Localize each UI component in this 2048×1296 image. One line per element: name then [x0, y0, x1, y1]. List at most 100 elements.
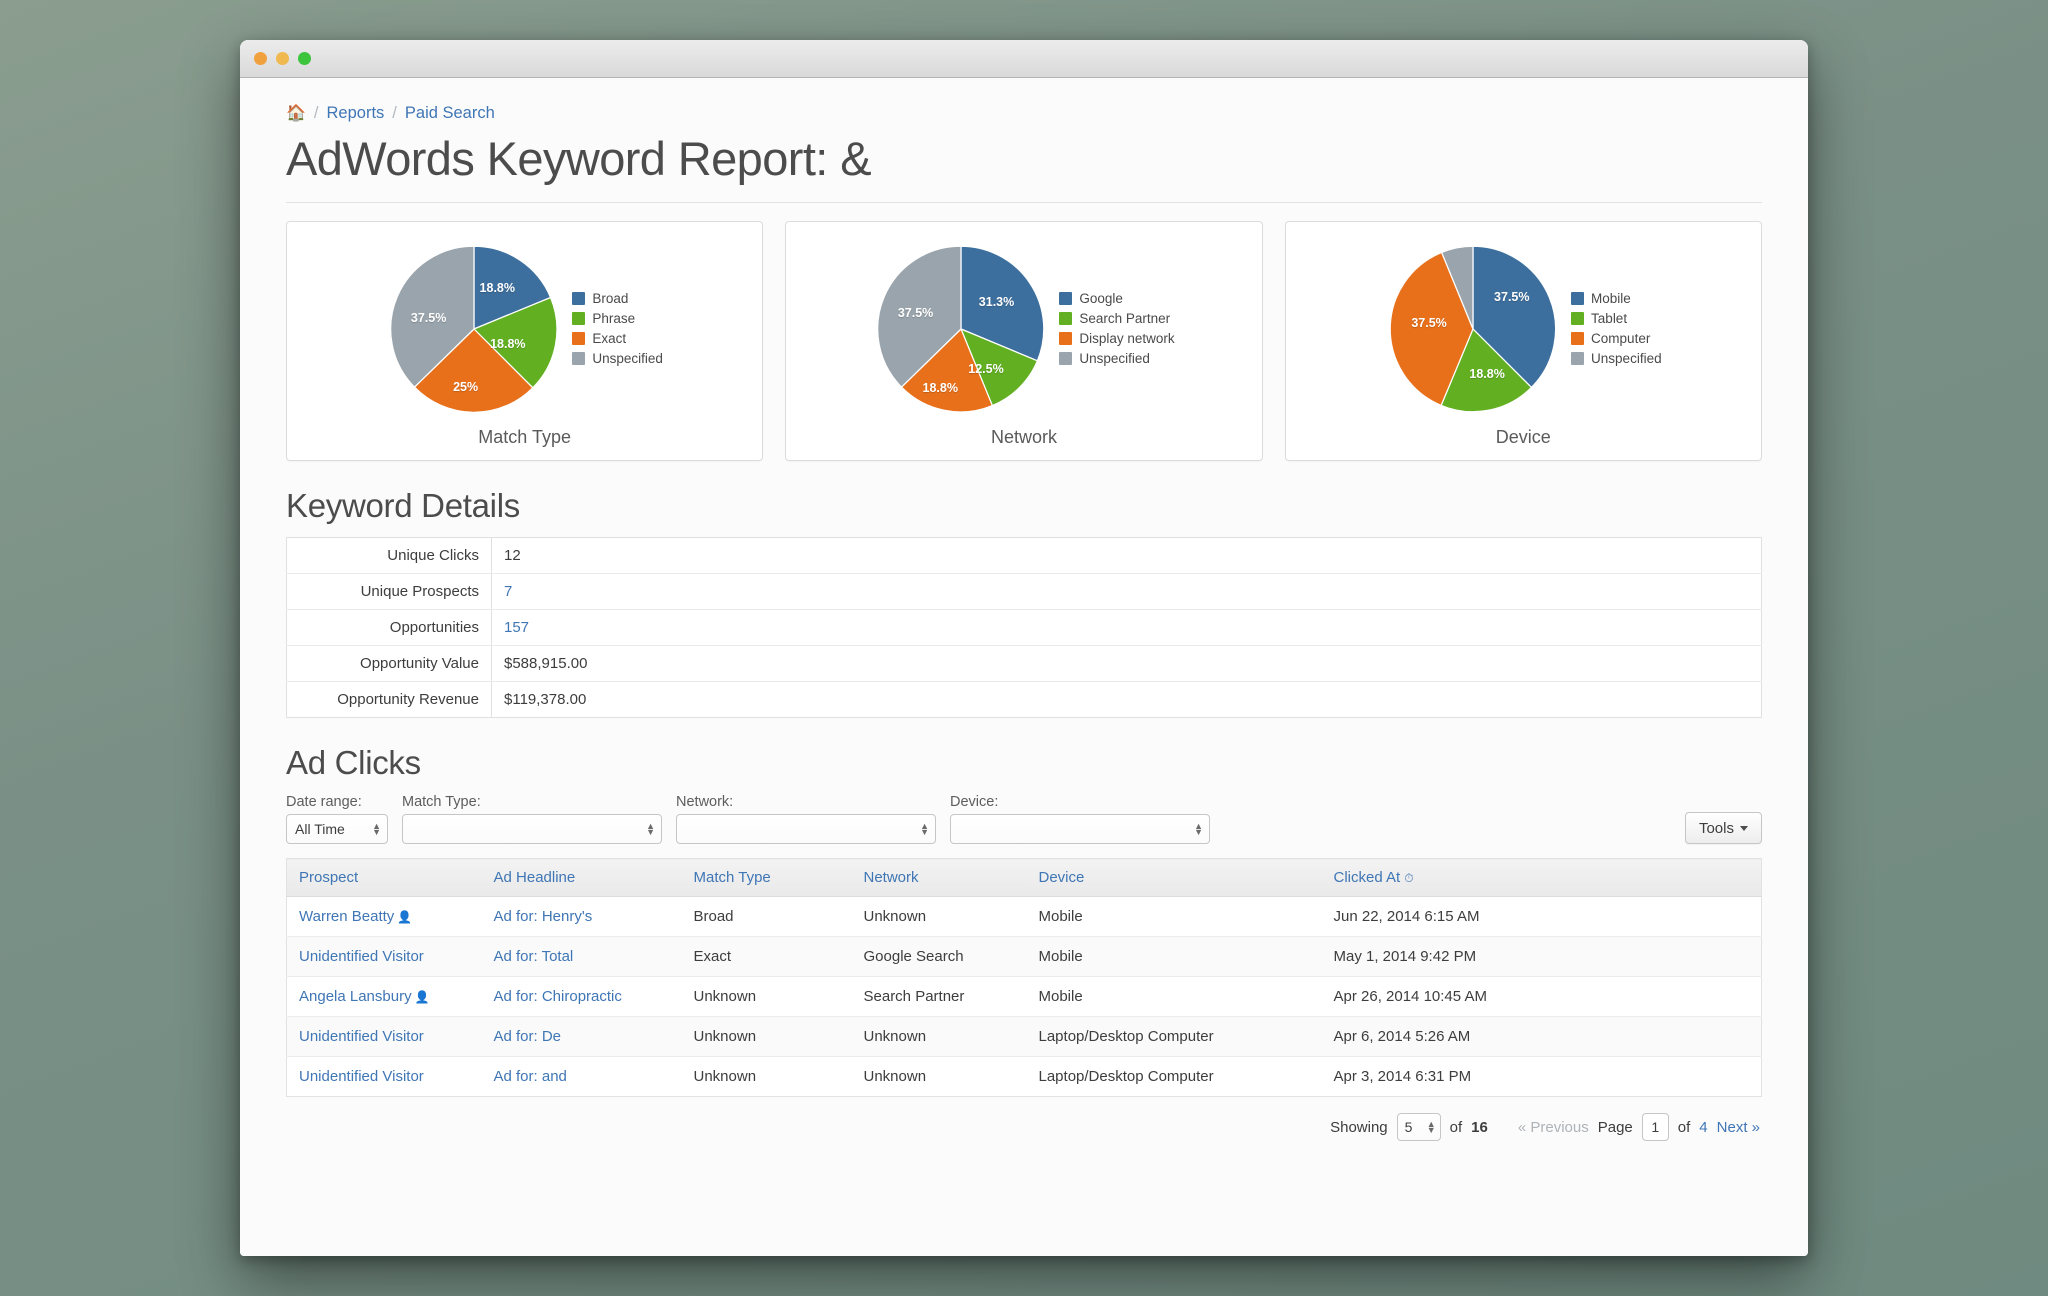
legend-swatch-icon [1059, 312, 1073, 325]
legend-item[interactable]: Unspecified [1571, 351, 1662, 366]
legend-item[interactable]: Computer [1571, 331, 1662, 346]
legend-item[interactable]: Broad [572, 291, 663, 306]
table-row: Opportunities 157 [286, 609, 1762, 646]
filter-label: Match Type: [402, 794, 481, 810]
legend-swatch-icon [572, 352, 586, 365]
cell-clicked-at: Apr 6, 2014 5:26 AM [1321, 1016, 1762, 1057]
cell-prospect: Angela Lansbury 👤 [286, 976, 482, 1017]
breadcrumb-item-reports[interactable]: Reports [327, 104, 385, 123]
legend-item[interactable]: Mobile [1571, 291, 1662, 306]
column-header-ad-headline[interactable]: Ad Headline [481, 858, 682, 897]
showing-label: Showing [1330, 1118, 1388, 1136]
table-row: Angela Lansbury 👤 Ad for: Chiropractic Un… [286, 976, 1762, 1017]
column-header-device[interactable]: Device [1026, 858, 1322, 897]
ad-headline-link[interactable]: Ad for: Total [494, 948, 574, 965]
cell-match-type: Exact [681, 936, 852, 977]
cell-clicked-at: Apr 3, 2014 6:31 PM [1333, 1068, 1472, 1085]
ad-headline-link[interactable]: Ad for: Henry's [494, 908, 593, 925]
legend-item[interactable]: Tablet [1571, 311, 1662, 326]
keyword-details-table: Unique Clicks 12 Unique Prospects 7 Oppo… [286, 537, 1762, 718]
next-page-button[interactable]: Next » [1717, 1119, 1760, 1136]
prospect-link[interactable]: Unidentified Visitor [299, 1028, 424, 1045]
legend-swatch-icon [1571, 352, 1585, 365]
filter-device: Device: ▲ ▼ [950, 794, 1210, 844]
column-header-clicked-at[interactable]: Clicked At ⏱ [1321, 858, 1762, 897]
column-header-network[interactable]: Network [851, 858, 1027, 897]
detail-label: Opportunity Revenue [286, 681, 492, 718]
legend-label: Tablet [1591, 311, 1628, 326]
filter-date-range: Date range: All Time ▲ ▼ [286, 794, 388, 844]
breadcrumb-item-paid-search[interactable]: Paid Search [405, 104, 495, 123]
legend-item[interactable]: Exact [572, 331, 663, 346]
filter-label: Network: [676, 794, 734, 810]
detail-value-link[interactable]: 157 [504, 619, 529, 636]
window-titlebar [240, 40, 1808, 78]
cell-match-type: Broad [681, 896, 852, 937]
legend-swatch-icon [1059, 332, 1073, 345]
legend-item[interactable]: Display network [1059, 331, 1175, 346]
zoom-window-button[interactable] [298, 52, 311, 65]
prospect-link[interactable]: Warren Beatty [299, 908, 394, 925]
legend-item[interactable]: Search Partner [1059, 311, 1174, 326]
legend-label: Unspecified [1079, 351, 1150, 366]
column-header-match-type[interactable]: Match Type [681, 858, 852, 897]
cell-match-type: Unknown [681, 1016, 852, 1057]
cell-clicked-at: Jun 22, 2014 6:15 AM [1321, 896, 1762, 937]
cell-prospect: Unidentified Visitor [286, 936, 482, 977]
detail-value: 12 [491, 537, 1762, 574]
table-row: Opportunity Revenue $119,378.00 [286, 681, 1762, 718]
tools-button[interactable]: Tools [1684, 812, 1762, 844]
previous-page-button[interactable]: « Previous [1518, 1119, 1589, 1136]
date-range-value: All Time [295, 821, 345, 837]
legend-label: Google [1079, 291, 1123, 306]
pie-svg [877, 245, 1045, 412]
legend-item[interactable]: Google [1059, 291, 1174, 306]
table-row: Unique Prospects 7 [286, 573, 1762, 610]
page-label: Page [1597, 1118, 1633, 1136]
prospect-link[interactable]: Angela Lansbury [299, 988, 412, 1005]
legend-item[interactable]: Unspecified [1059, 351, 1174, 366]
table-row: Unidentified Visitor Ad for: De Unknown … [286, 1016, 1762, 1057]
filter-label: Device: [950, 794, 999, 810]
legend-swatch-icon [572, 292, 586, 305]
date-range-select[interactable]: All Time ▲ ▼ [286, 814, 388, 844]
device-select[interactable]: ▲ ▼ [950, 814, 1210, 844]
column-header-clicked-at-label: Clicked At [1333, 869, 1401, 886]
filter-label: Date range: [286, 794, 362, 810]
breadcrumb-separator: / [313, 104, 319, 122]
ad-headline-link[interactable]: Ad for: and [494, 1068, 567, 1085]
legend-item[interactable]: Unspecified [572, 351, 663, 366]
minimize-window-button[interactable] [276, 52, 289, 65]
detail-label: Unique Clicks [286, 537, 492, 574]
ad-headline-link[interactable]: Ad for: De [494, 1028, 562, 1045]
cell-network: Unknown [863, 1068, 927, 1085]
detail-label: Unique Prospects [286, 573, 492, 610]
breadcrumb-separator-2: / [392, 104, 397, 122]
page-content: 🏠 / Reports / Paid Search AdWords Keywor… [240, 78, 1808, 1141]
close-window-button[interactable] [254, 52, 267, 65]
table-row: Unidentified Visitor Ad for: Total Exact… [286, 936, 1762, 977]
of-label: of [1449, 1118, 1463, 1136]
title-divider [286, 202, 1762, 203]
home-icon[interactable]: 🏠 [286, 105, 306, 122]
prospect-link[interactable]: Unidentified Visitor [299, 948, 424, 965]
per-page-select[interactable]: 5 ▲ ▼ [1396, 1113, 1441, 1141]
cell-network: Search Partner [851, 976, 1027, 1017]
legend-swatch-icon [1571, 332, 1585, 345]
legend-item[interactable]: Phrase [572, 311, 663, 326]
cell-device: Laptop/Desktop Computer [1038, 1068, 1214, 1085]
pie-svg [390, 245, 558, 413]
match-type-select[interactable]: ▲ ▼ [402, 814, 662, 844]
ad-headline-link[interactable]: Ad for: Chiropractic [494, 988, 622, 1005]
column-header-prospect[interactable]: Prospect [286, 858, 482, 897]
prospect-link[interactable]: Unidentified Visitor [299, 1068, 424, 1085]
cell-ad-headline: Ad for: De [481, 1016, 682, 1057]
total-count: 16 [1471, 1118, 1488, 1136]
legend-swatch-icon [1571, 312, 1585, 325]
detail-value: 157 [491, 609, 1762, 646]
filter-match-type: Match Type: ▲ ▼ [402, 794, 662, 844]
cell-prospect: Warren Beatty 👤 [286, 896, 482, 937]
detail-value-link[interactable]: 7 [504, 583, 512, 600]
page-number-input[interactable]: 1 [1641, 1113, 1669, 1141]
network-select[interactable]: ▲ ▼ [676, 814, 936, 844]
